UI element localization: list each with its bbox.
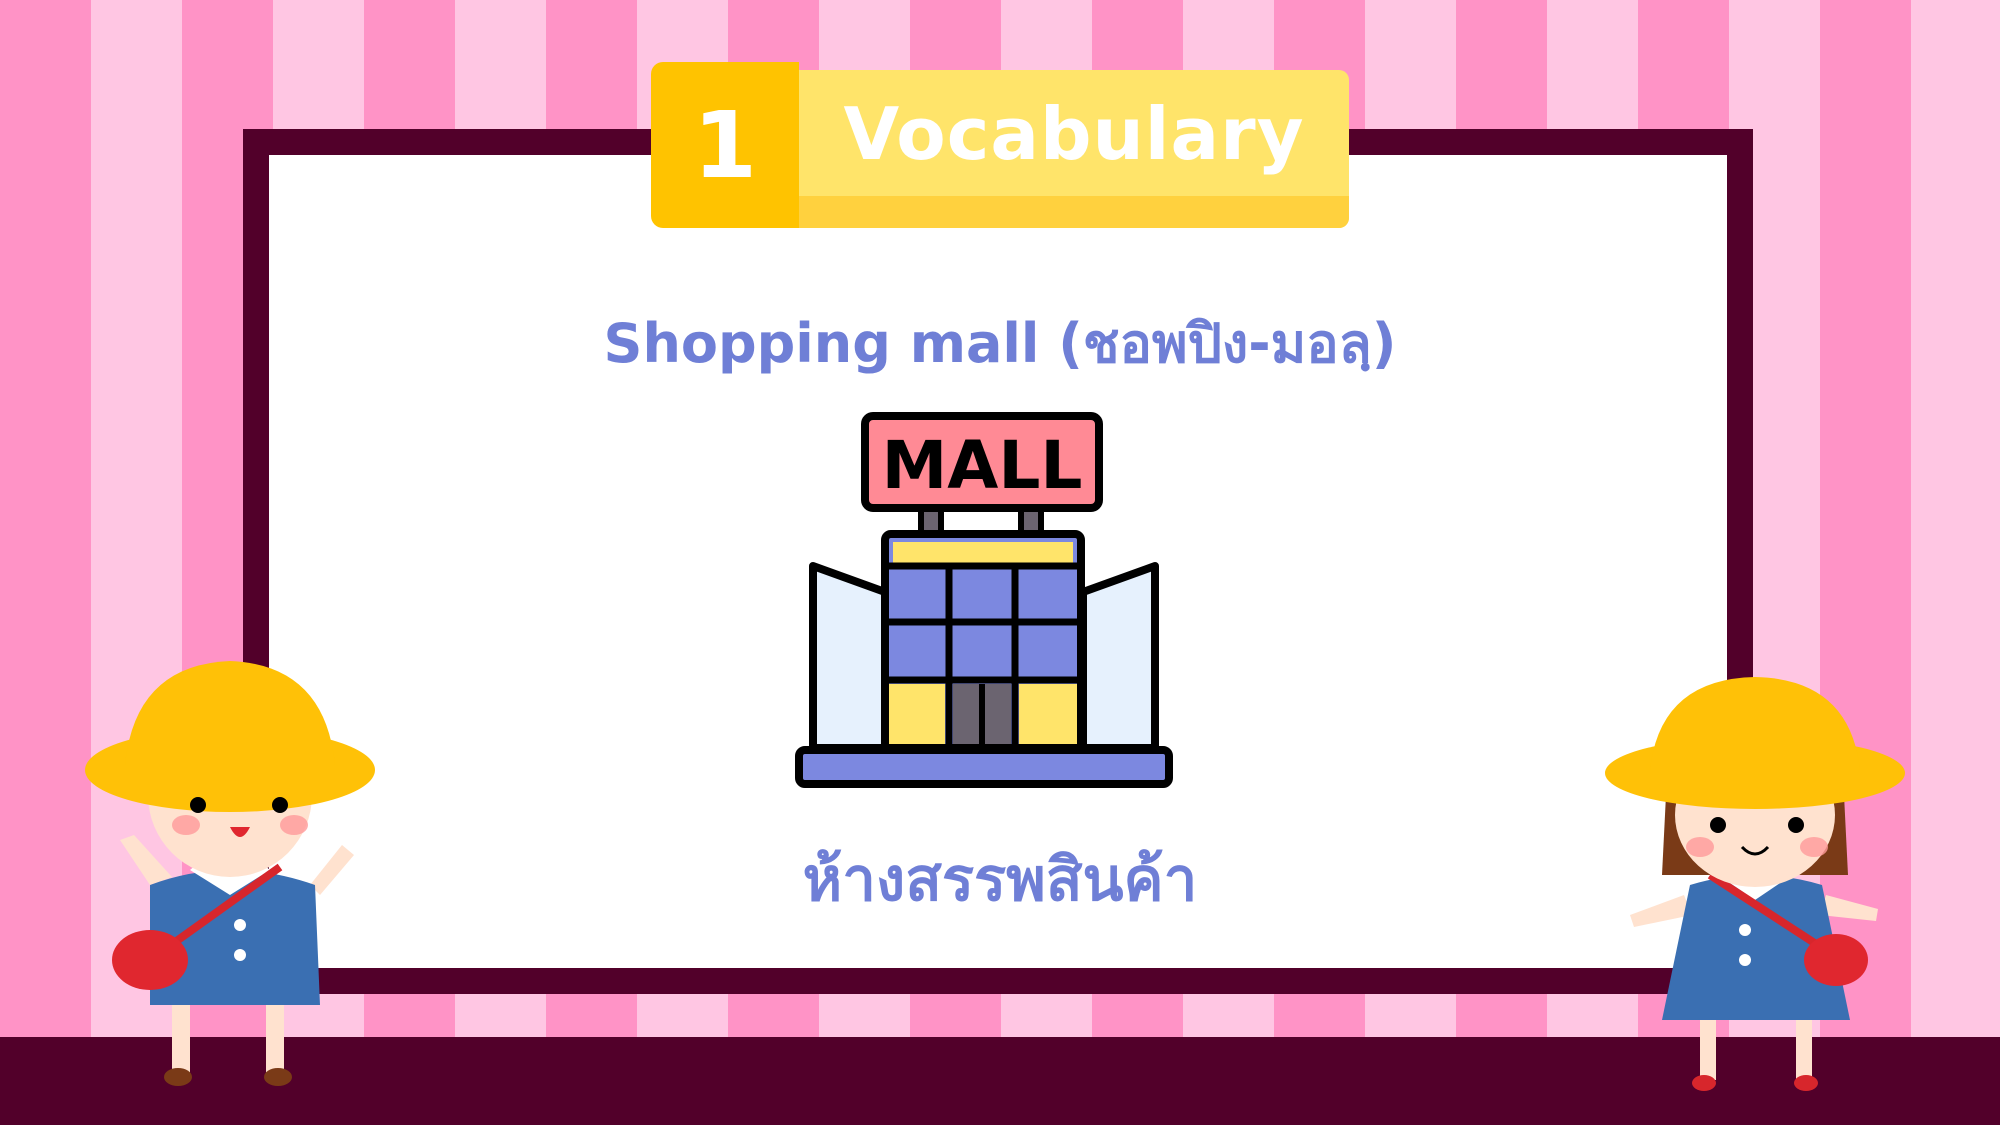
section-title-tab: 1 Vocabulary (651, 62, 1349, 228)
mall-sign-text: MALL (882, 427, 1083, 504)
kid-hat (1650, 677, 1860, 770)
slide: 1 Vocabulary Shopping mall (ชอพปิง-มอลฺ)… (0, 0, 2000, 1125)
kid-hat (125, 661, 335, 765)
left-wing (809, 562, 889, 752)
mall-base (795, 746, 1173, 788)
shop-window-left (889, 684, 945, 744)
kid-bag (1804, 934, 1868, 986)
section-title: Vocabulary (843, 92, 1305, 176)
tower-top-band (893, 542, 1073, 564)
shopping-mall-icon: MALL (795, 412, 1173, 788)
right-wing (1079, 562, 1159, 752)
vocab-word: Shopping mall (ชอพปิง-มอลฺ) (603, 312, 1397, 375)
shop-window-right (1019, 684, 1077, 744)
kid-boy-illustration (85, 661, 375, 1086)
kid-girl-illustration (1605, 677, 1905, 1091)
section-number: 1 (651, 62, 799, 228)
kid-bag (112, 930, 188, 990)
section-label-box: Vocabulary (799, 70, 1349, 228)
